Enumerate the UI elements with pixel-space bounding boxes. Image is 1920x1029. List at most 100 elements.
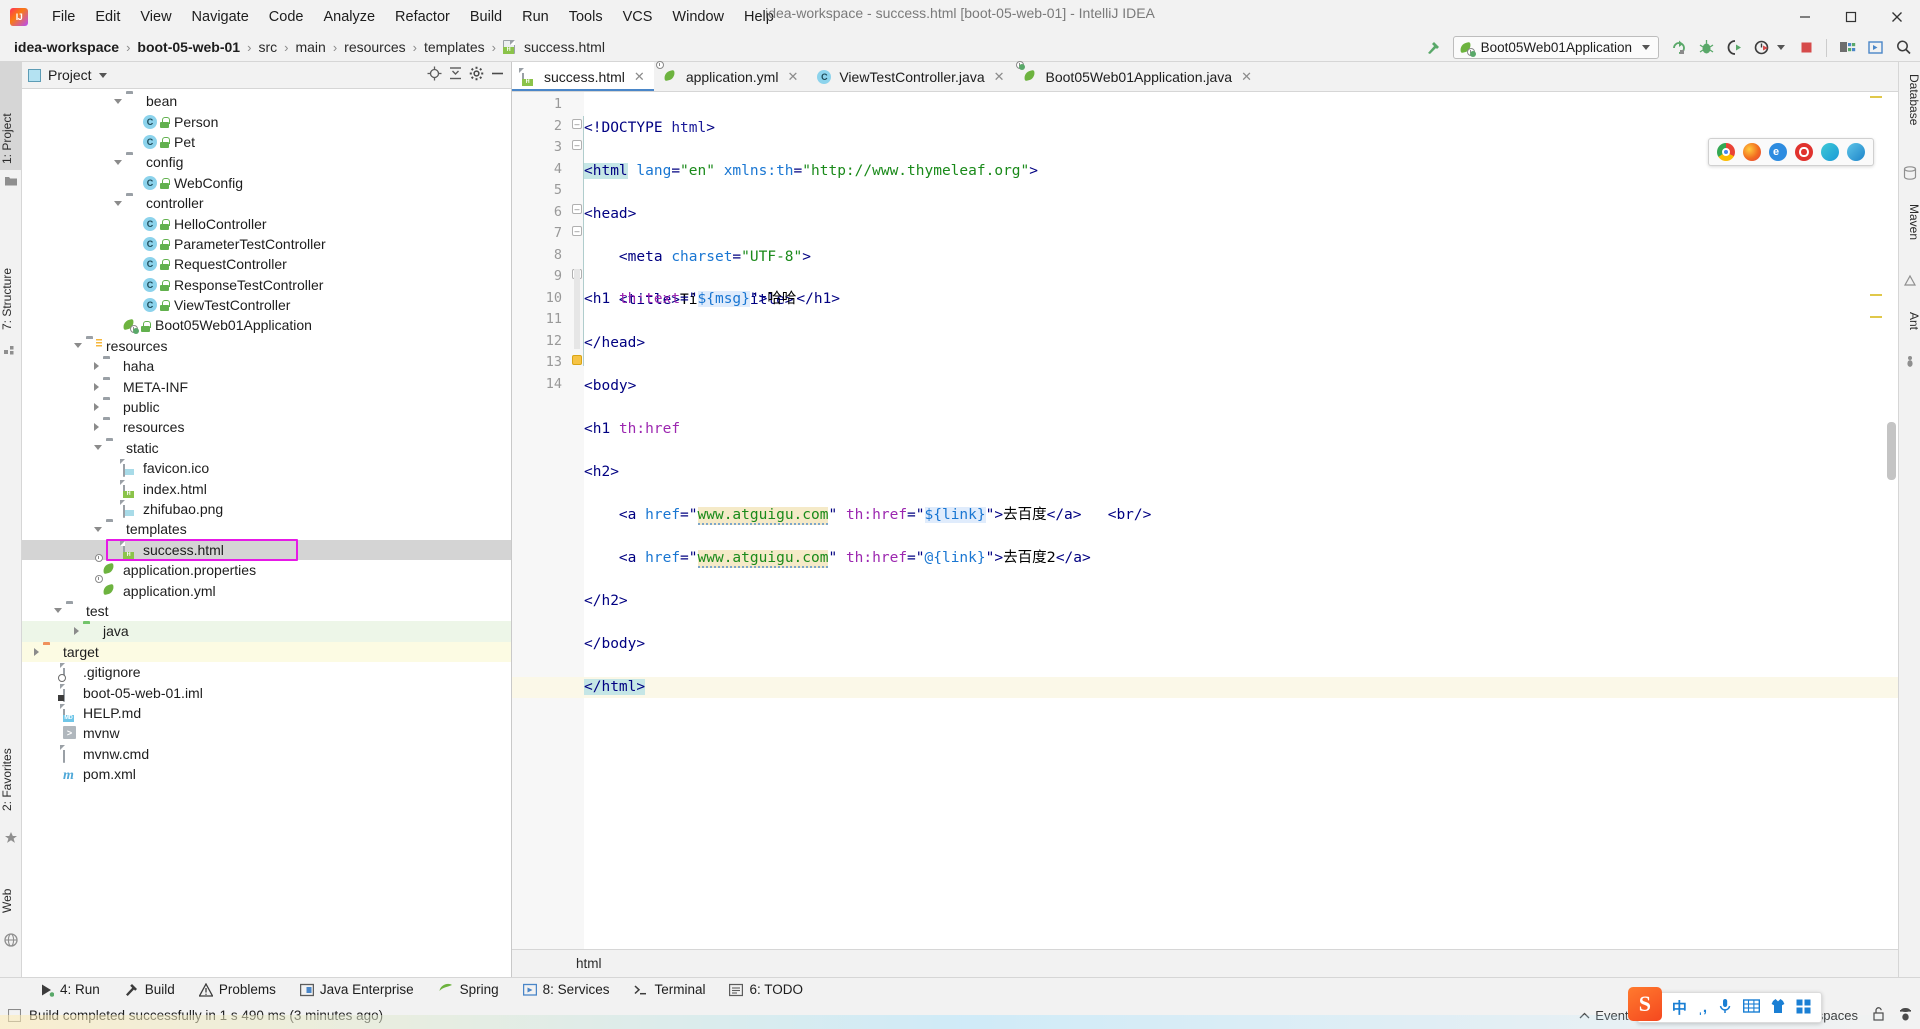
chevron-right-icon[interactable] <box>34 648 39 656</box>
chevron-down-icon[interactable] <box>114 99 122 104</box>
bottom-tool-4--run[interactable]: 4: Run <box>28 980 112 999</box>
profiler-icon[interactable] <box>1749 35 1775 60</box>
project-tree[interactable]: beanCPersonCPetconfigCWebConfigcontrolle… <box>22 89 511 977</box>
menu-item-build[interactable]: Build <box>460 6 512 28</box>
editor-tab-viewtestcontroller-java[interactable]: CViewTestController.java✕ <box>807 62 1013 91</box>
tree-node-meta-inf[interactable]: META-INF <box>22 376 511 396</box>
run-configuration-selector[interactable]: Boot05Web01Application <box>1453 36 1659 59</box>
fold-marker[interactable]: – <box>572 226 582 236</box>
menu-item-code[interactable]: Code <box>259 6 314 28</box>
breadcrumb-item-success-html[interactable]: Hsuccess.html <box>499 38 609 56</box>
chevron-right-icon[interactable] <box>94 403 99 411</box>
tree-node-java[interactable]: java <box>22 621 511 641</box>
breadcrumb-item-boot-05-web-01[interactable]: boot-05-web-01 <box>133 38 244 56</box>
bottom-tool-build[interactable]: Build <box>112 980 187 999</box>
tree-node-help-md[interactable]: MDHELP.md <box>22 703 511 723</box>
ie-icon[interactable] <box>1847 143 1865 161</box>
tree-node-static[interactable]: static <box>22 438 511 458</box>
sidebar-item-structure[interactable]: 7: Structure <box>0 210 22 336</box>
chevron-down-icon[interactable] <box>54 608 62 613</box>
tree-node-bean[interactable]: bean <box>22 91 511 111</box>
bottom-tool-terminal[interactable]: Terminal <box>621 980 717 999</box>
close-icon[interactable]: ✕ <box>634 69 645 85</box>
chevron-right-icon[interactable] <box>94 383 99 391</box>
sidebar-item-project[interactable]: 1: Project <box>0 62 22 170</box>
tree-node-haha[interactable]: haha <box>22 356 511 376</box>
build-hammer-icon[interactable] <box>1421 35 1447 60</box>
keyboard-icon[interactable] <box>1743 999 1760 1016</box>
menu-item-refactor[interactable]: Refactor <box>385 6 460 28</box>
menu-item-help[interactable]: Help <box>734 6 784 28</box>
tree-node--gitignore[interactable]: .gitignore <box>22 662 511 682</box>
tree-node-hellocontroller[interactable]: CHelloController <box>22 213 511 233</box>
tree-node-resources[interactable]: resources <box>22 417 511 437</box>
tree-node-boot05web01application[interactable]: Boot05Web01Application <box>22 315 511 335</box>
debug-icon[interactable] <box>1693 35 1719 60</box>
tree-node-person[interactable]: CPerson <box>22 111 511 131</box>
toolbox-icon[interactable] <box>1796 999 1811 1017</box>
editor-vertical-scrollbar[interactable] <box>1887 422 1896 480</box>
code-content[interactable]: <!DOCTYPE html> <html lang="en" xmlns:th… <box>584 92 1898 949</box>
sidebar-item-ant[interactable]: Ant <box>1899 306 1920 348</box>
sidebar-item-favorites[interactable]: 2: Favorites <box>0 685 22 817</box>
profiler-dropdown-icon[interactable] <box>1777 45 1785 50</box>
ime-language-toggle[interactable]: 中 <box>1672 997 1687 1018</box>
minimize-button[interactable] <box>1782 0 1828 33</box>
sidebar-item-database[interactable]: Database <box>1899 68 1920 160</box>
bottom-tool-java-enterprise[interactable]: Java Enterprise <box>288 980 426 999</box>
close-icon[interactable]: ✕ <box>787 69 798 85</box>
firefox-icon[interactable] <box>1743 143 1761 161</box>
warning-marker[interactable] <box>1870 96 1882 98</box>
fold-marker[interactable] <box>572 355 582 365</box>
chevron-down-icon[interactable] <box>1642 45 1650 50</box>
tree-node-zhifubao-png[interactable]: zhifubao.png <box>22 499 511 519</box>
menu-item-navigate[interactable]: Navigate <box>182 6 259 28</box>
skin-icon[interactable] <box>1771 998 1785 1017</box>
bottom-tool-6--todo[interactable]: 6: TODO <box>717 980 815 999</box>
menu-item-run[interactable]: Run <box>512 6 559 28</box>
unlocked-icon[interactable] <box>1872 1007 1885 1024</box>
tree-node-resources[interactable]: resources <box>22 336 511 356</box>
chevron-down-icon[interactable] <box>74 343 82 348</box>
editor-tab-boot05web01application-java[interactable]: Boot05Web01Application.java✕ <box>1014 62 1261 91</box>
breadcrumb-item-resources[interactable]: resources <box>340 38 409 56</box>
menu-item-analyze[interactable]: Analyze <box>313 6 385 28</box>
breadcrumb-item-idea-workspace[interactable]: idea-workspace <box>10 38 123 56</box>
chevron-down-icon[interactable] <box>114 201 122 206</box>
editor-tab-success-html[interactable]: Hsuccess.html✕ <box>512 62 654 91</box>
tree-node-controller[interactable]: controller <box>22 193 511 213</box>
tree-node-pom-xml[interactable]: mpom.xml <box>22 764 511 784</box>
breadcrumb-item-main[interactable]: main <box>291 38 329 56</box>
tree-node-boot-05-web-01-iml[interactable]: boot-05-web-01.iml <box>22 682 511 702</box>
bottom-tool-spring[interactable]: Spring <box>426 980 511 999</box>
edge-icon[interactable] <box>1821 143 1839 161</box>
menu-item-window[interactable]: Window <box>662 6 734 28</box>
tree-node-mvnw-cmd[interactable]: mvnw.cmd <box>22 744 511 764</box>
sidebar-item-web[interactable]: Web <box>0 871 22 919</box>
tree-node-parametertestcontroller[interactable]: CParameterTestController <box>22 234 511 254</box>
services-icon[interactable] <box>1862 35 1888 60</box>
close-icon[interactable]: ✕ <box>994 69 1005 85</box>
fold-marker[interactable]: – <box>572 204 582 214</box>
tree-node-index-html[interactable]: Hindex.html <box>22 478 511 498</box>
tree-node-target[interactable]: target <box>22 642 511 662</box>
collapse-all-icon[interactable] <box>448 66 463 84</box>
opera-icon[interactable] <box>1795 143 1813 161</box>
tree-node-application-yml[interactable]: application.yml <box>22 580 511 600</box>
tree-node-public[interactable]: public <box>22 397 511 417</box>
inspector-icon[interactable] <box>1899 1006 1912 1024</box>
tree-node-responsetestcontroller[interactable]: CResponseTestController <box>22 275 511 295</box>
menu-item-view[interactable]: View <box>130 6 181 28</box>
chevron-down-icon[interactable] <box>94 527 102 532</box>
run-with-coverage-icon[interactable] <box>1721 35 1747 60</box>
chevron-right-icon[interactable] <box>94 362 99 370</box>
sogou-logo-icon[interactable]: S <box>1628 987 1662 1021</box>
fold-marker[interactable]: – <box>572 140 582 150</box>
menu-item-edit[interactable]: Edit <box>85 6 130 28</box>
tree-node-mvnw[interactable]: >mvnw <box>22 723 511 743</box>
rerun-icon[interactable] <box>1665 35 1691 60</box>
menu-item-file[interactable]: File <box>42 6 85 28</box>
chevron-down-icon[interactable] <box>114 160 122 165</box>
tree-node-favicon-ico[interactable]: favicon.ico <box>22 458 511 478</box>
update-project-icon[interactable] <box>1834 35 1860 60</box>
